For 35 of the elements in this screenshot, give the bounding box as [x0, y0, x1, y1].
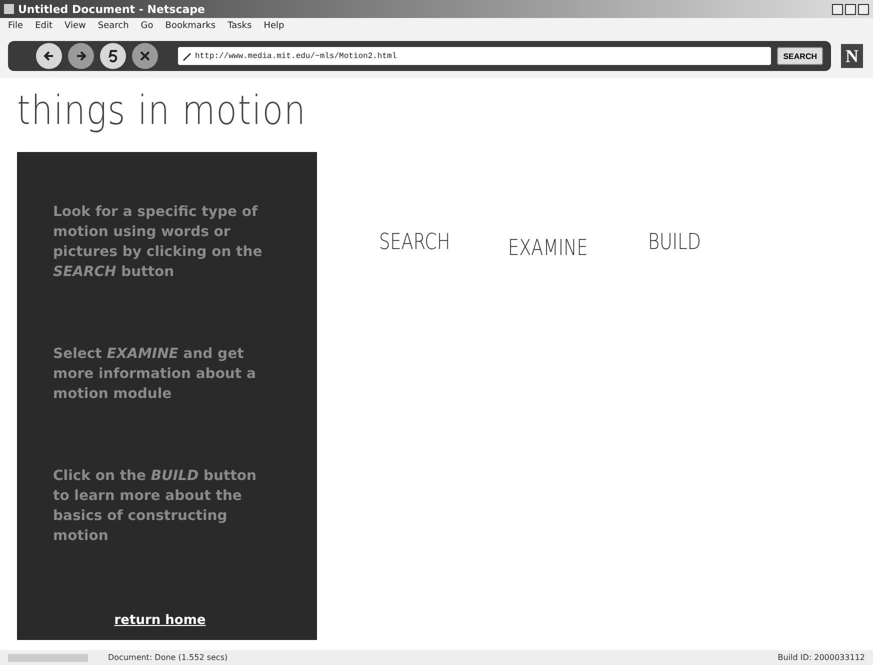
window-title: Untitled Document - Netscape	[18, 2, 206, 16]
right-arrow-icon	[74, 49, 88, 63]
menu-item[interactable]: Search	[98, 21, 129, 31]
minimize-button[interactable]	[832, 4, 843, 14]
pencil-icon	[182, 51, 192, 61]
instruction-text: Select EXAMINE and get more information about a motion module	[53, 345, 257, 404]
forward-button[interactable]	[68, 43, 94, 69]
menu-item[interactable]: Help	[264, 21, 284, 31]
reload-icon	[106, 49, 120, 63]
menu-item[interactable]: Go	[140, 21, 154, 31]
menu-item[interactable]: File	[8, 21, 24, 31]
close-icon	[138, 49, 152, 63]
maximize-button[interactable]	[845, 4, 856, 14]
return-home-link[interactable]: return home	[114, 613, 206, 628]
menu-item[interactable]: Edit	[35, 21, 52, 31]
build-id: Build ID: 2000033112	[778, 653, 865, 662]
instruction-text: Look for a specific type of motion using words or pictures by clicking on the SEARCH button	[53, 203, 264, 282]
menu-item[interactable]: Bookmarks	[165, 21, 216, 31]
status-message: Document: Done (1.552 secs)	[108, 653, 228, 662]
nav-link[interactable]: EXAMINE	[508, 236, 588, 261]
left-arrow-icon	[42, 49, 56, 63]
nav-link[interactable]: SEARCH	[379, 230, 450, 255]
nav-link[interactable]: BUILD	[648, 230, 701, 255]
menu-item[interactable]: Tasks	[228, 21, 252, 31]
page-heading: things in motion	[17, 88, 308, 134]
back-button[interactable]	[36, 43, 62, 69]
address-field[interactable]: http://www.media.mit.edu/~mls/Motion2.html	[178, 47, 772, 65]
app-icon	[4, 4, 14, 14]
reload-button[interactable]	[100, 43, 126, 69]
instruction-text: Click on the BUILD button to learn more about the basics of constructing motion	[53, 467, 258, 546]
stop-button[interactable]	[132, 43, 158, 69]
menu-item[interactable]: View	[64, 21, 86, 31]
close-button[interactable]	[858, 4, 869, 14]
search-button[interactable]: SEARCH	[777, 47, 823, 65]
logo: N	[841, 44, 863, 68]
